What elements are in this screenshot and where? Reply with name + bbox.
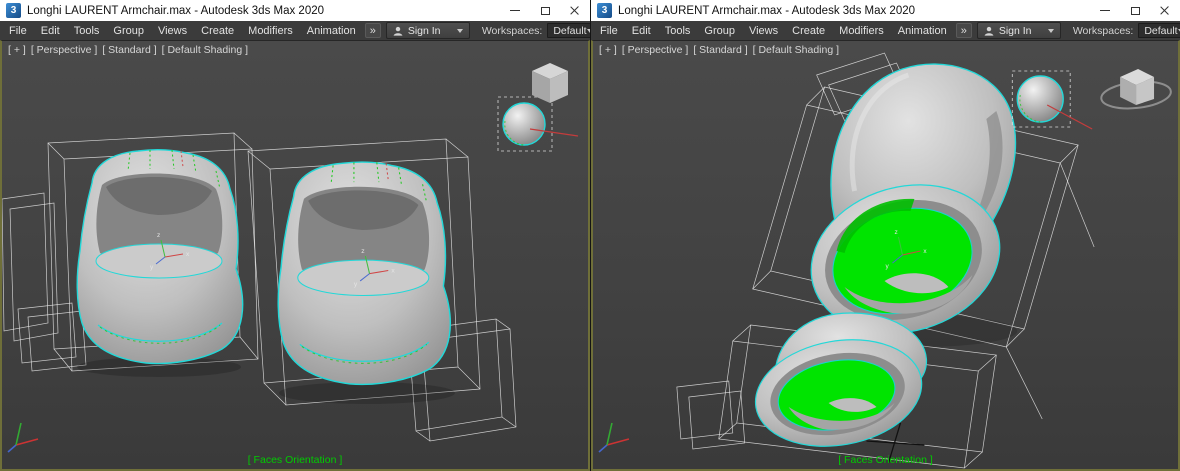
vp-plus-menu[interactable]: [ + ] <box>8 44 26 56</box>
faces-orientation-status: [ Faces Orientation ] <box>247 454 343 466</box>
chair-shadow <box>279 382 455 404</box>
menu-tools[interactable]: Tools <box>67 21 107 40</box>
menu-overflow-chevron[interactable]: » <box>364 23 381 38</box>
menu-edit[interactable]: Edit <box>625 21 658 40</box>
menubar: File Edit Tools Group Views Create Modif… <box>591 21 1180 40</box>
faces-orientation-status: [ Faces Orientation ] <box>838 454 933 466</box>
viewport-right[interactable]: [ + ] [ Perspective ] [ Standard ] [ Def… <box>591 40 1180 471</box>
window-controls <box>1090 0 1180 21</box>
sign-in-button[interactable]: Sign In <box>385 22 470 39</box>
world-axis-tripod <box>598 422 630 453</box>
menu-file[interactable]: File <box>2 21 34 40</box>
viewport-label: [ + ] [ Perspective ] [ Standard ] [ Def… <box>8 44 248 56</box>
workspaces-label: Workspaces: <box>1072 24 1134 37</box>
close-button[interactable] <box>560 0 590 21</box>
menu-views[interactable]: Views <box>151 21 194 40</box>
world-axis-tripod <box>7 422 39 453</box>
armchair-object-2[interactable] <box>277 161 452 386</box>
minimize-icon <box>510 10 520 11</box>
sign-in-button[interactable]: Sign In <box>976 22 1061 39</box>
close-icon <box>1160 6 1170 16</box>
vp-pov-menu[interactable]: [ Perspective ] <box>31 44 98 56</box>
menu-views[interactable]: Views <box>742 21 785 40</box>
vp-pov-menu[interactable]: [ Perspective ] <box>622 44 689 56</box>
window-title: Longhi LAURENT Armchair.max - Autodesk 3… <box>618 4 916 17</box>
max-window-right: 3 Longhi LAURENT Armchair.max - Autodesk… <box>590 0 1180 471</box>
workspaces-dropdown[interactable]: Default <box>1138 23 1180 38</box>
maximize-icon <box>540 6 550 15</box>
menu-overflow-chevron[interactable]: » <box>955 23 972 38</box>
sign-in-label: Sign In <box>407 24 441 37</box>
3dsmax-app-icon[interactable]: 3 <box>597 3 612 18</box>
titlebar: 3 Longhi LAURENT Armchair.max - Autodesk… <box>591 0 1180 21</box>
desktop: 3 Longhi LAURENT Armchair.max - Autodesk… <box>0 0 1180 471</box>
chevron-down-icon <box>1047 28 1054 33</box>
viewport-label: [ + ] [ Perspective ] [ Standard ] [ Def… <box>599 44 839 56</box>
3dsmax-app-icon[interactable]: 3 <box>6 3 21 18</box>
max-window-left: 3 Longhi LAURENT Armchair.max - Autodesk… <box>0 0 599 471</box>
user-icon <box>984 26 994 36</box>
window-title: Longhi LAURENT Armchair.max - Autodesk 3… <box>27 4 325 17</box>
menu-animation[interactable]: Animation <box>891 21 954 40</box>
titlebar: 3 Longhi LAURENT Armchair.max - Autodesk… <box>0 0 590 21</box>
workspaces-value: Default <box>1144 24 1178 37</box>
menu-animation[interactable]: Animation <box>300 21 363 40</box>
armchair-object-bottom[interactable] <box>747 312 930 459</box>
vp-standard-menu[interactable]: [ Standard ] <box>102 44 156 56</box>
menu-file[interactable]: File <box>593 21 625 40</box>
menu-modifiers[interactable]: Modifiers <box>832 21 891 40</box>
menu-group[interactable]: Group <box>697 21 742 40</box>
armchair-object-1[interactable] <box>76 148 244 365</box>
menu-modifiers[interactable]: Modifiers <box>241 21 300 40</box>
window-controls <box>500 0 590 21</box>
maximize-button[interactable] <box>530 0 560 21</box>
viewport-canvas-left[interactable]: x z y <box>2 41 588 469</box>
workspaces-label: Workspaces: <box>481 24 543 37</box>
dummy-cube-object[interactable] <box>532 63 568 103</box>
viewport-left[interactable]: [ + ] [ Perspective ] [ Standard ] [ Def… <box>0 40 590 471</box>
menu-tools[interactable]: Tools <box>658 21 698 40</box>
vp-standard-menu[interactable]: [ Standard ] <box>693 44 747 56</box>
armchair-object-top[interactable]: x z y <box>794 63 1018 355</box>
sphere-object[interactable] <box>497 96 579 152</box>
vp-shading-menu[interactable]: [ Default Shading ] <box>162 44 248 56</box>
maximize-icon <box>1130 6 1140 15</box>
minimize-icon <box>1100 10 1110 11</box>
minimize-button[interactable] <box>500 0 530 21</box>
vp-shading-menu[interactable]: [ Default Shading ] <box>753 44 839 56</box>
menubar: File Edit Tools Group Views Create Modif… <box>0 21 599 40</box>
sphere-object[interactable] <box>1011 70 1093 130</box>
close-icon <box>570 6 580 16</box>
user-icon <box>393 26 403 36</box>
menu-create[interactable]: Create <box>785 21 832 40</box>
chevron-down-icon <box>456 28 463 33</box>
viewport-canvas-right[interactable]: x z y <box>593 41 1178 469</box>
svg-text:z: z <box>894 229 897 236</box>
viewcube[interactable] <box>1100 69 1172 112</box>
vp-plus-menu[interactable]: [ + ] <box>599 44 617 56</box>
maximize-button[interactable] <box>1120 0 1150 21</box>
sign-in-label: Sign In <box>998 24 1032 37</box>
minimize-button[interactable] <box>1090 0 1120 21</box>
menu-group[interactable]: Group <box>106 21 151 40</box>
workspaces-value: Default <box>553 24 587 37</box>
menu-edit[interactable]: Edit <box>34 21 67 40</box>
menu-create[interactable]: Create <box>194 21 241 40</box>
close-button[interactable] <box>1150 0 1180 21</box>
